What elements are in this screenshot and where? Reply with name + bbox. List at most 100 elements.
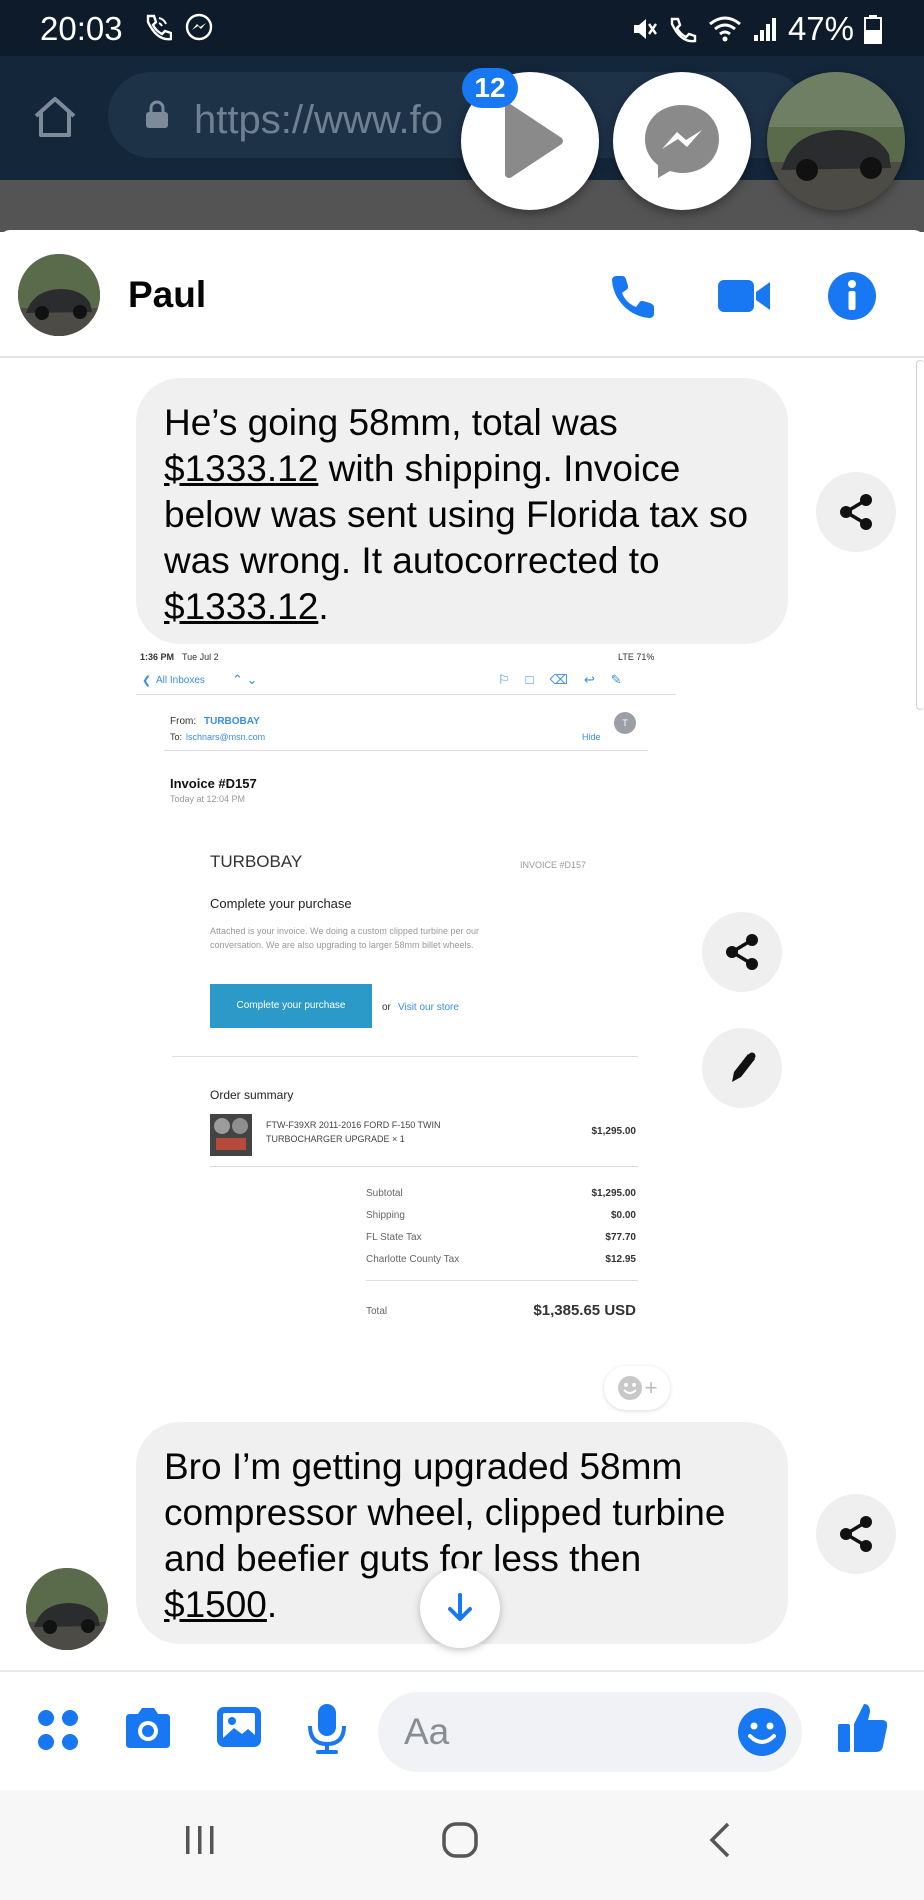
battery-percent: 47% <box>787 10 854 47</box>
message-text: He’s going 58mm, total was <box>164 402 618 443</box>
message-bubble-received[interactable]: He’s going 58mm, total was $1333.12 with… <box>136 378 788 644</box>
battery-icon <box>864 15 882 44</box>
divider <box>210 1166 638 1167</box>
contact-name[interactable]: Paul <box>128 274 206 316</box>
plus-icon: + <box>644 1375 658 1400</box>
invoice-status-date: Tue Jul 2 <box>182 652 219 662</box>
from-value: TURBOBAY <box>204 716 260 727</box>
invoice-number: INVOICE #D157 <box>520 860 587 870</box>
status-bar: 20:03 47% <box>0 0 924 56</box>
sender-avatar: T <box>614 712 636 734</box>
unread-badge: 12 <box>462 68 518 108</box>
message-input-container[interactable] <box>378 1692 802 1772</box>
state-tax-value: $77.70 <box>605 1232 636 1243</box>
thumbs-up-icon[interactable] <box>836 1700 890 1756</box>
car-avatar-image <box>767 72 905 210</box>
county-tax-value: $12.95 <box>605 1254 636 1265</box>
scroll-indicator[interactable] <box>916 360 924 710</box>
system-nav-bar <box>0 1790 924 1900</box>
order-summary-heading: Order summary <box>210 1088 294 1102</box>
share-button[interactable] <box>816 472 896 552</box>
amount-link[interactable]: $1333.12 <box>164 448 318 489</box>
microphone-icon[interactable] <box>306 1702 348 1756</box>
arrow-down-icon <box>448 1593 472 1621</box>
camera-icon[interactable] <box>122 1702 174 1754</box>
paul-chat-head[interactable] <box>767 72 905 210</box>
shipping-label: Shipping <box>366 1210 405 1221</box>
order-item-name: TURBOCHARGER UPGRADE × 1 <box>266 1134 405 1144</box>
gallery-icon[interactable] <box>214 1702 264 1752</box>
share-button[interactable] <box>816 1494 896 1574</box>
add-reaction-button[interactable]: + <box>604 1366 670 1410</box>
message-input[interactable] <box>404 1710 704 1754</box>
info-icon[interactable] <box>826 270 878 322</box>
complete-purchase-button: Complete your purchase <box>210 984 372 1028</box>
edit-button[interactable] <box>702 1028 782 1108</box>
mail-toolbar-icons: ⚐□⌫↩✎ <box>498 672 638 687</box>
recent-apps-icon[interactable] <box>180 1820 220 1860</box>
phone-call-icon[interactable] <box>608 270 660 322</box>
state-tax-label: FL State Tax <box>366 1232 422 1243</box>
invoice-body-line: Attached is your invoice. We doing a cus… <box>210 926 479 936</box>
car-avatar-image <box>26 1568 108 1650</box>
or-text: or <box>382 1002 391 1013</box>
url-text: https://www.fo <box>194 98 443 142</box>
to-label: To: <box>170 732 183 742</box>
total-label: Total <box>366 1306 388 1317</box>
divider <box>172 1056 638 1057</box>
invoice-screenshot[interactable]: 1:36 PM Tue Jul 2 LTE 71% ❮ All Inboxes … <box>136 646 676 1376</box>
car-avatar-image <box>18 254 100 336</box>
county-tax-label: Charlotte County Tax <box>366 1254 460 1265</box>
status-right: 47% <box>630 10 882 48</box>
from-label: From: <box>170 716 197 727</box>
messenger-notification-icon <box>185 13 213 41</box>
message-composer <box>0 1670 924 1788</box>
order-item-price: $1,295.00 <box>591 1126 637 1137</box>
share-icon <box>840 494 872 530</box>
to-value: lschnars@msn.com <box>186 732 266 742</box>
home-button-icon[interactable] <box>440 1820 480 1860</box>
signal-icon <box>753 18 776 41</box>
amount-link[interactable]: $1333.12 <box>164 586 318 627</box>
invoice-body-line: conversation. We are also upgrading to l… <box>210 940 474 950</box>
sender-avatar[interactable] <box>26 1568 108 1650</box>
invoice-status-right: LTE 71% <box>618 652 655 662</box>
subtotal-label: Subtotal <box>366 1188 403 1199</box>
share-icon <box>726 934 758 970</box>
lock-icon <box>146 100 168 128</box>
back-icon[interactable] <box>700 1820 740 1860</box>
volte-icon <box>670 17 697 43</box>
message-text: . <box>266 1584 278 1625</box>
shipping-value: $0.00 <box>610 1210 636 1221</box>
message-text: . <box>318 586 329 627</box>
order-item-name: FTW-F39XR 2011-2016 FORD F-150 TWIN <box>266 1120 441 1130</box>
conversation-panel: Paul He’s going 58mm, total was $1333.12… <box>0 230 924 1790</box>
share-button[interactable] <box>702 912 782 992</box>
smiley-icon <box>617 1376 642 1400</box>
divider <box>136 694 676 695</box>
messenger-icon <box>645 105 719 178</box>
mute-icon <box>633 19 657 39</box>
scroll-to-bottom-button[interactable] <box>420 1568 500 1648</box>
invoice-status-time: 1:36 PM <box>140 652 175 662</box>
total-value: $1,385.65 USD <box>533 1302 636 1319</box>
message-text: Bro I’m getting upgraded 58mm compressor… <box>164 1446 726 1579</box>
pencil-icon <box>732 1052 756 1082</box>
emoji-icon[interactable] <box>736 1706 788 1758</box>
hide-link: Hide <box>582 732 601 742</box>
avatar[interactable] <box>18 254 100 336</box>
divider <box>164 750 648 751</box>
home-icon[interactable] <box>32 94 78 140</box>
more-actions-icon[interactable] <box>36 1708 80 1752</box>
conversation-header: Paul <box>0 230 924 358</box>
wifi-call-icon <box>146 14 172 41</box>
invoice-subject: Invoice #D157 <box>170 776 257 791</box>
divider <box>366 1280 638 1281</box>
invoice-received: Today at 12:04 PM <box>170 794 246 804</box>
share-icon <box>840 1516 872 1552</box>
status-left-icons <box>142 12 214 42</box>
amount-link[interactable]: $1500 <box>164 1584 267 1625</box>
video-call-icon[interactable] <box>716 270 772 322</box>
invoice-brand: TURBOBAY <box>210 852 303 871</box>
messenger-chat-head[interactable] <box>613 72 751 210</box>
